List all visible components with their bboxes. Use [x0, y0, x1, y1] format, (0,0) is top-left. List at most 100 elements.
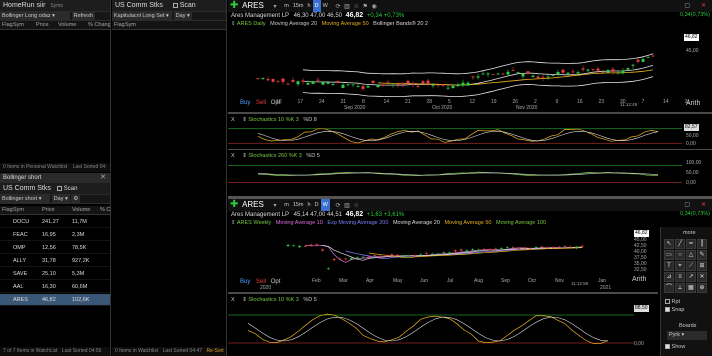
table-row[interactable]: SAVE 25,10 5,3M: [0, 268, 110, 280]
col-price[interactable]: Price: [36, 21, 49, 30]
pencil-icon[interactable]: ✎: [697, 250, 707, 260]
triangle-icon[interactable]: △: [686, 250, 696, 260]
col-change[interactable]: % Ch: [100, 206, 110, 215]
watchlist-title[interactable]: HomeRun siir: [3, 2, 45, 9]
angle-icon[interactable]: ⊿: [664, 272, 674, 282]
add-icon[interactable]: ✚: [230, 0, 238, 11]
stochastics-10-chart[interactable]: [228, 124, 682, 148]
col-change[interactable]: % Change: [88, 21, 110, 30]
delete-icon[interactable]: ✕: [697, 272, 707, 282]
close-icon[interactable]: ✕: [701, 0, 706, 12]
table-row[interactable]: ARES 46,82 102,6K: [0, 294, 110, 306]
period-button-D[interactable]: D: [313, 199, 321, 211]
period-button-W[interactable]: W: [321, 0, 330, 12]
col-sym[interactable]: Sym: [125, 21, 136, 30]
star-icon[interactable]: ☆: [353, 203, 358, 209]
bars-icon[interactable]: ▥: [344, 4, 350, 10]
pointer-icon[interactable]: ↖: [664, 239, 674, 249]
window-icon[interactable]: ▢: [684, 0, 690, 12]
bars-icon[interactable]: ▥: [344, 203, 350, 209]
period-button-W[interactable]: W: [320, 199, 330, 211]
scale-label[interactable]: Arith: [632, 276, 646, 283]
col-flag[interactable]: Flag: [2, 21, 13, 30]
grid-icon[interactable]: ⊞: [697, 261, 707, 271]
eye-icon[interactable]: ◉: [372, 4, 377, 10]
channel-icon[interactable]: ≡: [675, 272, 685, 282]
scale-label[interactable]: Arith: [686, 100, 700, 107]
text-icon[interactable]: T: [664, 261, 674, 271]
weekly-stochastics-chart[interactable]: [228, 305, 634, 353]
period-button-15m[interactable]: 15m: [291, 199, 306, 211]
watchlist-title[interactable]: US Comm Stks: [115, 2, 163, 9]
dropdown-icon[interactable]: ▾: [274, 4, 277, 10]
bollinger-short-tab[interactable]: Bollinger short ✕: [0, 173, 110, 183]
hline-icon[interactable]: ━: [686, 239, 696, 249]
table-row[interactable]: AAL 16,30 60,6M: [0, 281, 110, 293]
col-price[interactable]: Price: [42, 206, 55, 215]
study-toggle-icon[interactable]: ⇕: [242, 117, 247, 123]
col-sym[interactable]: Sym: [13, 21, 24, 30]
study-toggle-icon[interactable]: ⇕: [242, 153, 247, 159]
study-toggle-icon[interactable]: ⇕: [231, 220, 236, 226]
period-button-15m[interactable]: 15m: [291, 0, 306, 12]
table-row[interactable]: DOCU 241,27 11,7M: [0, 216, 110, 228]
ellipse-icon[interactable]: ○: [675, 250, 685, 260]
study-toggle-icon[interactable]: ⇕: [231, 21, 236, 27]
crosshair-icon[interactable]: ⌖: [675, 261, 685, 271]
flag-icon[interactable]: ⚑: [363, 4, 368, 10]
watchlist-title[interactable]: US Comm Stks: [3, 185, 51, 192]
trendline-icon[interactable]: ╱: [675, 239, 685, 249]
perpendicular-icon[interactable]: ⟂: [675, 283, 685, 293]
table-row[interactable]: ALLY 31,78 927,2K: [0, 255, 110, 267]
col-flag[interactable]: Flag: [2, 206, 13, 215]
col-sym[interactable]: Sym: [13, 206, 24, 215]
period-select[interactable]: Day ▾: [51, 195, 70, 203]
period-button-h[interactable]: h: [306, 0, 313, 12]
refresh-icon[interactable]: ⟳: [335, 4, 340, 10]
stochastics-260-chart[interactable]: [228, 160, 682, 188]
snap-checkbox[interactable]: Snap: [665, 307, 684, 313]
weekly-price-chart[interactable]: [228, 227, 634, 273]
table-row[interactable]: OMP 12,56 78,5K: [0, 242, 110, 254]
arrow-icon[interactable]: ↗: [686, 272, 696, 282]
period-button-h[interactable]: h: [306, 199, 313, 211]
measure-icon[interactable]: ⊕: [697, 283, 707, 293]
settings-icon[interactable]: ⚙: [71, 195, 81, 203]
window-icon[interactable]: ▢: [684, 199, 690, 211]
symbol-input[interactable]: ARES: [242, 200, 264, 209]
vline-icon[interactable]: ┃: [697, 239, 707, 249]
close-icon[interactable]: X: [231, 297, 235, 303]
arc-icon[interactable]: ⌒: [664, 283, 674, 293]
ray-icon[interactable]: ⟋: [686, 261, 696, 271]
more-label[interactable]: more: [683, 230, 696, 236]
close-icon[interactable]: X: [231, 117, 235, 123]
show-checkbox[interactable]: Show: [665, 344, 685, 350]
daily-price-chart[interactable]: [228, 28, 682, 98]
refresh-icon[interactable]: ⟳: [335, 203, 340, 209]
refresh-button[interactable]: Refresh: [71, 12, 95, 20]
period-button-D[interactable]: D: [312, 0, 321, 12]
symbol-input[interactable]: ARES: [242, 1, 264, 10]
scan-select[interactable]: Bollinger short ▾: [0, 195, 50, 203]
close-icon[interactable]: ✕: [100, 173, 106, 183]
period-button-m[interactable]: m: [282, 199, 291, 211]
study-toggle-icon[interactable]: ⇕: [242, 297, 247, 303]
close-icon[interactable]: X: [231, 153, 235, 159]
pane-divider[interactable]: [228, 292, 658, 294]
scan-select[interactable]: Kapitulacnl Long Set ▾: [112, 12, 172, 20]
close-icon[interactable]: ✕: [701, 199, 706, 211]
add-icon[interactable]: ✚: [230, 199, 238, 210]
rpt-checkbox[interactable]: Rpt: [665, 299, 680, 305]
period-button-m[interactable]: m: [282, 0, 291, 12]
scan-checkbox[interactable]: [56, 185, 62, 191]
dropdown-icon[interactable]: ▾: [274, 203, 277, 209]
table-row[interactable]: FEAC 16,95 2,3M: [0, 229, 110, 241]
pane-divider[interactable]: [228, 112, 712, 114]
col-volume[interactable]: Volume: [72, 206, 90, 215]
scan-checkbox[interactable]: [172, 2, 178, 8]
syms-tag[interactable]: Syms: [50, 3, 63, 9]
col-volume[interactable]: Volume: [58, 21, 76, 30]
period-select[interactable]: Day ▾: [173, 12, 192, 20]
boards-select[interactable]: Pyrk ▾: [667, 331, 707, 340]
col-flag[interactable]: Flag: [114, 21, 125, 30]
